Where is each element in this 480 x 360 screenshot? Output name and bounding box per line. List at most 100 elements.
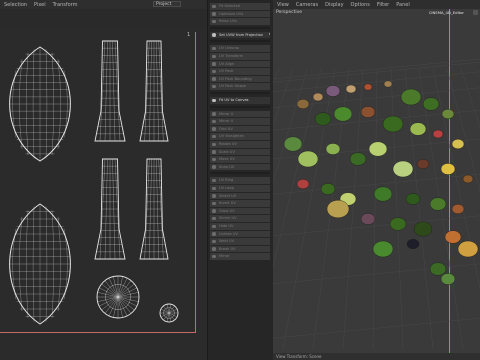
uv-view[interactable]: 1 [0,29,207,360]
vegetable-model [451,138,465,149]
floor-grid-line [390,68,404,350]
tool-button[interactable]: Mirror V [210,118,270,125]
vegetable-model [457,240,479,258]
tool-icon [212,150,216,154]
tool-icon [212,201,216,206]
tool-button[interactable]: Fit Selected [210,3,270,10]
tool-button[interactable]: UV Pack Shape [210,83,270,90]
vp-menu-filter[interactable]: Filter [377,2,389,8]
tool-button[interactable]: UV Pack Bounding [210,75,270,83]
vegetable-model [283,136,303,152]
tool-button[interactable]: Snap UV [210,163,270,171]
tool-icon [212,186,216,190]
vp-menu-view[interactable]: View [277,2,289,8]
tool-button-label: Hide UV [219,224,234,228]
vegetable-model [345,84,357,94]
tool-button[interactable]: Invert UV [210,200,270,207]
vegetable-model [383,80,393,88]
tool-button[interactable]: Unhide UV [210,230,270,238]
tool-group-divider [210,105,270,108]
tool-button[interactable]: Shrink UV [210,215,270,222]
vegetable-model [413,221,433,237]
project-select[interactable]: Project [153,1,181,7]
vegetable-model [422,97,440,111]
vegetable-model [392,160,414,178]
vp-menu-cameras[interactable]: Cameras [296,2,318,8]
tool-button[interactable]: Hide UV [210,223,270,230]
tool-button-label: Fit UV to Canvas [219,98,249,102]
tool-button-label: Weld UV [219,239,235,244]
uv-menu-transform[interactable]: Transform [53,2,78,8]
vegetable-model [429,197,447,211]
vegetable-model [444,230,462,244]
vegetable-model [333,106,353,122]
tool-button-label: Mirror [219,254,230,259]
tool-button[interactable]: Optimize UVs [210,10,270,18]
tool-button[interactable]: Mirror [210,253,270,260]
tool-button[interactable]: Mirror U [210,110,270,118]
tool-button-label: Move UV [219,157,235,162]
vegetable-model [440,273,456,285]
uv-shell-stem [139,158,169,260]
vegetable-model [451,203,465,214]
tool-button[interactable]: UV Align [210,60,270,68]
tool-button-label: Snap UV [219,164,235,169]
tool-icon [212,12,216,16]
tool-button[interactable]: Grid UV [210,125,270,133]
tool-button[interactable]: Rotate UV [210,141,270,148]
tool-button-label: UV Ring [219,178,234,183]
tool-icon [212,209,216,213]
tool-button[interactable]: Move UV [210,156,270,163]
uv-menu-selection[interactable]: Selection [4,2,27,8]
vegetable-model [409,122,427,136]
vp-menu-display[interactable]: Display [325,2,343,8]
tool-icon [212,119,216,124]
uv-menubar: Selection Pixel Transform Project [0,0,207,9]
vegetable-model [416,158,430,169]
vp-menu-options[interactable]: Options [351,2,370,8]
tool-icon [212,178,216,183]
tool-button[interactable]: Relax UVs [210,18,270,25]
tool-button[interactable]: UV Unwrap [210,45,270,52]
tool-button[interactable]: Grow UV [210,207,270,215]
perspective-viewport[interactable]: Perspective CINEMA_4D_Editor View Transf… [273,9,480,360]
tool-group-divider [210,26,270,29]
tool-button[interactable]: Break UV [210,245,270,253]
tool-button[interactable]: Set UVW from Projection ⚙ [210,31,270,39]
vegetable-model [440,163,456,175]
tool-button[interactable]: UV Loop [210,185,270,192]
floor-grid-line [273,317,480,339]
tool-button[interactable]: Weld UV [210,238,270,245]
tool-button-label: UV Pack [219,69,234,74]
tool-group-divider [210,40,270,43]
tool-button[interactable]: Fit UV to Canvas [210,97,270,104]
tool-icon [212,254,216,259]
gear-icon[interactable]: ⚙ [269,32,270,38]
tool-icon [212,142,216,146]
move-view-icon[interactable] [473,10,478,15]
tool-button[interactable]: UV Pack [210,68,270,75]
tool-button-label: UV Loop [219,186,234,190]
tool-icon [212,33,216,37]
tool-button[interactable]: Select UV [210,192,270,200]
tool-icon [212,77,216,81]
tool-button[interactable]: UV Ring [210,177,270,184]
tool-icon [212,247,216,251]
uv-shell-disc [159,303,179,323]
tool-icon [212,194,216,198]
tool-icon [212,232,216,236]
uv-menu-pixel[interactable]: Pixel [34,2,46,8]
tool-icon [212,84,216,89]
tool-button[interactable]: UV Straighten [210,133,270,140]
vegetable-model [382,115,404,133]
vp-menu-panel[interactable]: Panel [396,2,410,8]
tool-button[interactable]: Scale UV [210,148,270,156]
tool-button[interactable]: UV Transform [210,53,270,60]
tool-icon [212,46,216,51]
uv-mesh-layout [9,40,179,325]
vegetable-model [296,98,310,109]
viewport-menubar: View Cameras Display Options Filter Pane… [273,0,480,9]
tool-icon [212,165,216,169]
tool-icon [212,4,216,8]
floor-grid-line [404,68,434,350]
